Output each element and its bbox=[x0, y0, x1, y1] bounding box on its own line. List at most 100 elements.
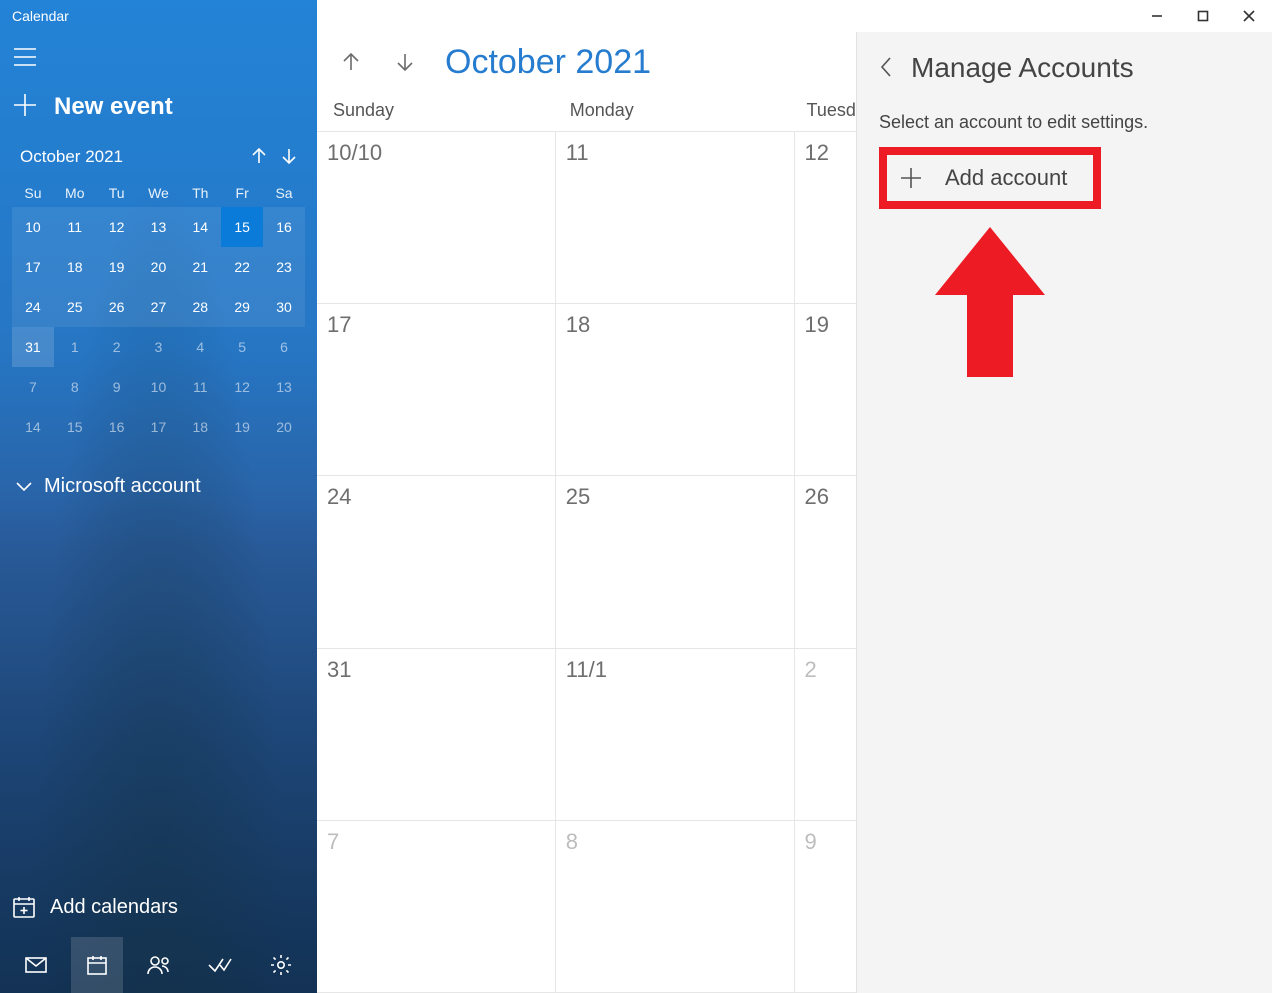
mini-day[interactable]: 16 bbox=[96, 407, 138, 447]
calendar-plus-icon bbox=[12, 895, 36, 919]
mini-weekday: Th bbox=[179, 179, 221, 207]
calendar-cell[interactable]: 25 bbox=[556, 476, 795, 648]
calendar-cell[interactable]: 18 bbox=[556, 304, 795, 476]
mini-day[interactable]: 8 bbox=[54, 367, 96, 407]
mini-day[interactable]: 22 bbox=[221, 247, 263, 287]
mini-day[interactable]: 19 bbox=[221, 407, 263, 447]
panel-back-button[interactable] bbox=[879, 56, 893, 81]
mini-day[interactable]: 15 bbox=[54, 407, 96, 447]
minimize-button[interactable] bbox=[1134, 0, 1180, 32]
mini-day[interactable]: 1 bbox=[54, 327, 96, 367]
mini-day[interactable]: 12 bbox=[221, 367, 263, 407]
mini-day[interactable]: 15 bbox=[221, 207, 263, 247]
calendar-cell[interactable]: 11 bbox=[556, 132, 795, 304]
add-account-button[interactable]: Add account bbox=[891, 159, 1089, 197]
mini-day[interactable]: 28 bbox=[179, 287, 221, 327]
mini-weekday: Sa bbox=[263, 179, 305, 207]
chevron-down-icon bbox=[16, 482, 32, 492]
mini-day[interactable]: 27 bbox=[138, 287, 180, 327]
people-button[interactable] bbox=[133, 937, 185, 993]
mini-day[interactable]: 29 bbox=[221, 287, 263, 327]
mini-day[interactable]: 31 bbox=[12, 327, 54, 367]
mini-day[interactable]: 30 bbox=[263, 287, 305, 327]
mail-icon bbox=[25, 957, 47, 973]
mini-day[interactable]: 9 bbox=[96, 367, 138, 407]
mini-day[interactable]: 24 bbox=[12, 287, 54, 327]
mini-day[interactable]: 2 bbox=[96, 327, 138, 367]
mini-day[interactable]: 20 bbox=[263, 407, 305, 447]
calendar-cell[interactable]: 31 bbox=[317, 649, 556, 821]
settings-button[interactable] bbox=[255, 937, 307, 993]
mini-calendar-title[interactable]: October 2021 bbox=[20, 147, 123, 167]
todo-button[interactable] bbox=[194, 937, 246, 993]
calendar-button[interactable] bbox=[71, 937, 123, 993]
next-period-button[interactable] bbox=[387, 44, 423, 80]
mini-day[interactable]: 18 bbox=[179, 407, 221, 447]
mini-day[interactable]: 12 bbox=[96, 207, 138, 247]
mini-day[interactable]: 6 bbox=[263, 327, 305, 367]
chevron-left-icon bbox=[879, 56, 893, 78]
mini-day[interactable]: 19 bbox=[96, 247, 138, 287]
mini-day[interactable]: 25 bbox=[54, 287, 96, 327]
mini-day[interactable]: 13 bbox=[263, 367, 305, 407]
mini-day[interactable]: 26 bbox=[96, 287, 138, 327]
month-title[interactable]: October 2021 bbox=[445, 43, 651, 82]
account-toggle[interactable]: Microsoft account bbox=[0, 447, 317, 506]
mini-day[interactable]: 18 bbox=[54, 247, 96, 287]
mail-button[interactable] bbox=[10, 937, 62, 993]
mini-day[interactable]: 16 bbox=[263, 207, 305, 247]
check-icon bbox=[208, 957, 232, 973]
mini-weekday: Mo bbox=[54, 179, 96, 207]
arrow-up-icon bbox=[341, 52, 361, 72]
hamburger-button[interactable] bbox=[0, 40, 317, 77]
mini-day[interactable]: 7 bbox=[12, 367, 54, 407]
account-label: Microsoft account bbox=[44, 475, 201, 498]
mini-day[interactable]: 20 bbox=[138, 247, 180, 287]
mini-day[interactable]: 11 bbox=[179, 367, 221, 407]
prev-period-button[interactable] bbox=[333, 44, 369, 80]
mini-day[interactable]: 23 bbox=[263, 247, 305, 287]
plus-icon bbox=[14, 94, 36, 121]
calendar-cell[interactable]: 7 bbox=[317, 821, 556, 993]
calendar-cell[interactable]: 24 bbox=[317, 476, 556, 648]
mini-day[interactable]: 21 bbox=[179, 247, 221, 287]
mini-day[interactable]: 5 bbox=[221, 327, 263, 367]
add-calendars-button[interactable]: Add calendars bbox=[0, 885, 317, 929]
mini-day[interactable]: 3 bbox=[138, 327, 180, 367]
panel-title: Manage Accounts bbox=[911, 52, 1134, 84]
close-icon bbox=[1243, 10, 1255, 22]
calendar-cell[interactable]: 11/1 bbox=[556, 649, 795, 821]
panel-subtitle: Select an account to edit settings. bbox=[879, 112, 1250, 133]
arrow-down-icon bbox=[395, 52, 415, 72]
mini-next-button[interactable] bbox=[281, 148, 297, 167]
mini-weekday: Tu bbox=[96, 179, 138, 207]
mini-day[interactable]: 14 bbox=[12, 407, 54, 447]
plus-icon bbox=[899, 166, 923, 190]
mini-day[interactable]: 17 bbox=[138, 407, 180, 447]
calendar-cell[interactable]: 17 bbox=[317, 304, 556, 476]
mini-day[interactable]: 4 bbox=[179, 327, 221, 367]
titlebar bbox=[0, 0, 1272, 32]
mini-prev-button[interactable] bbox=[251, 148, 267, 167]
close-button[interactable] bbox=[1226, 0, 1272, 32]
mini-day[interactable]: 11 bbox=[54, 207, 96, 247]
mini-day[interactable]: 14 bbox=[179, 207, 221, 247]
annotation-arrow-icon bbox=[935, 227, 1250, 380]
mini-calendar: October 2021 SuMoTuWeThFrSa 101112131415… bbox=[0, 141, 317, 447]
mini-day[interactable]: 13 bbox=[138, 207, 180, 247]
sidebar-bottom-bar bbox=[0, 937, 317, 993]
new-event-button[interactable]: New event bbox=[0, 77, 317, 141]
mini-day[interactable]: 10 bbox=[138, 367, 180, 407]
calendar-cell[interactable]: 8 bbox=[556, 821, 795, 993]
mini-weekday: Su bbox=[12, 179, 54, 207]
calendar-icon bbox=[86, 954, 108, 976]
maximize-button[interactable] bbox=[1180, 0, 1226, 32]
mini-day[interactable]: 17 bbox=[12, 247, 54, 287]
minimize-icon bbox=[1151, 10, 1163, 22]
mini-day[interactable]: 10 bbox=[12, 207, 54, 247]
maximize-icon bbox=[1197, 10, 1209, 22]
mini-weekday: Fr bbox=[221, 179, 263, 207]
new-event-label: New event bbox=[54, 93, 173, 121]
calendar-cell[interactable]: 10/10 bbox=[317, 132, 556, 304]
sidebar: Calendar New event October 2021 bbox=[0, 0, 317, 993]
